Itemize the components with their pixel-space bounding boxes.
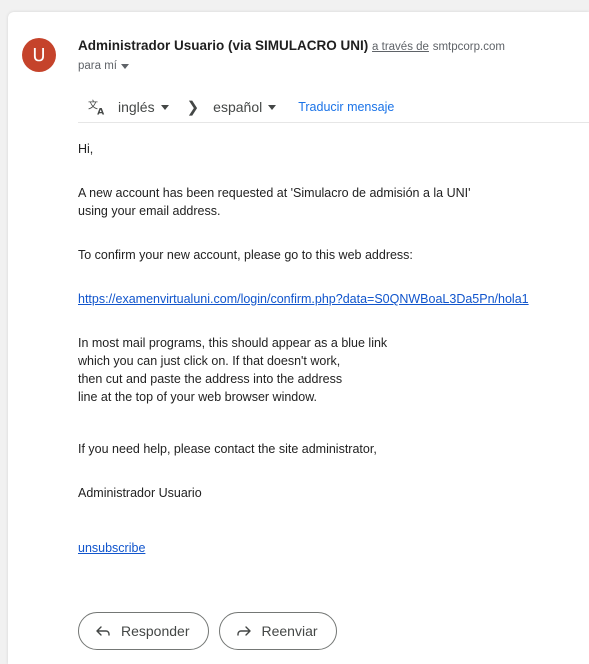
- confirm-link[interactable]: https://examenvirtualuni.com/login/confi…: [78, 292, 529, 306]
- target-language-label: español: [213, 99, 263, 115]
- source-language-label: inglés: [118, 99, 155, 115]
- target-language-select[interactable]: español: [213, 99, 277, 115]
- new-account-line-2: using your email address.: [78, 204, 221, 218]
- mail-programs-line-2: which you can just click on. If that doe…: [78, 354, 341, 368]
- forward-icon: [236, 626, 251, 636]
- new-account-line-1: A new account has been requested at 'Sim…: [78, 186, 471, 200]
- mail-programs-line-1: In most mail programs, this should appea…: [78, 336, 388, 350]
- translate-bar: 文 A inglés ❯ español Traducir mensaje: [78, 92, 589, 123]
- chevron-down-icon: [121, 64, 129, 69]
- mail-programs-paragraph: In most mail programs, this should appea…: [78, 334, 387, 406]
- new-account-paragraph: A new account has been requested at 'Sim…: [78, 184, 471, 220]
- forward-label: Reenviar: [261, 623, 318, 639]
- help-paragraph: If you need help, please contact the sit…: [78, 442, 377, 456]
- unsubscribe-paragraph: unsubscribe: [78, 539, 145, 557]
- chevron-down-icon: [160, 105, 169, 110]
- recipient-label: para mí: [78, 60, 117, 72]
- chevron-right-icon: ❯: [186, 99, 200, 116]
- unsubscribe-link[interactable]: unsubscribe: [78, 541, 145, 555]
- forward-button[interactable]: Reenviar: [218, 612, 337, 650]
- via-link[interactable]: a través de: [372, 41, 429, 53]
- translate-icon: 文 A: [88, 99, 105, 117]
- via-domain: smtpcorp.com: [432, 41, 505, 53]
- email-card: U Administrador Usuario (via SIMULACRO U…: [8, 12, 589, 664]
- sender-name[interactable]: Administrador Usuario (via SIMULACRO UNI…: [78, 38, 368, 53]
- signature: Administrador Usuario: [78, 486, 202, 500]
- mail-programs-line-3: then cut and paste the address into the …: [78, 372, 343, 386]
- mail-programs-line-4: line at the top of your web browser wind…: [78, 390, 318, 404]
- action-buttons: Responder Reenviar: [78, 612, 337, 650]
- recipient-details-toggle[interactable]: para mí: [78, 60, 129, 72]
- greeting: Hi,: [78, 142, 94, 156]
- sender-line: Administrador Usuario (via SIMULACRO UNI…: [78, 38, 583, 53]
- confirm-instructions: To confirm your new account, please go t…: [78, 248, 413, 262]
- source-language-select[interactable]: inglés: [118, 99, 169, 115]
- sender-avatar[interactable]: U: [22, 38, 56, 72]
- reply-icon: [96, 626, 110, 636]
- reply-label: Responder: [121, 623, 190, 639]
- reply-button[interactable]: Responder: [78, 612, 209, 650]
- svg-text:A: A: [97, 107, 105, 117]
- confirm-link-paragraph: https://examenvirtualuni.com/login/confi…: [78, 290, 529, 308]
- chevron-down-icon: [268, 105, 277, 110]
- translate-message-link[interactable]: Traducir mensaje: [298, 100, 394, 114]
